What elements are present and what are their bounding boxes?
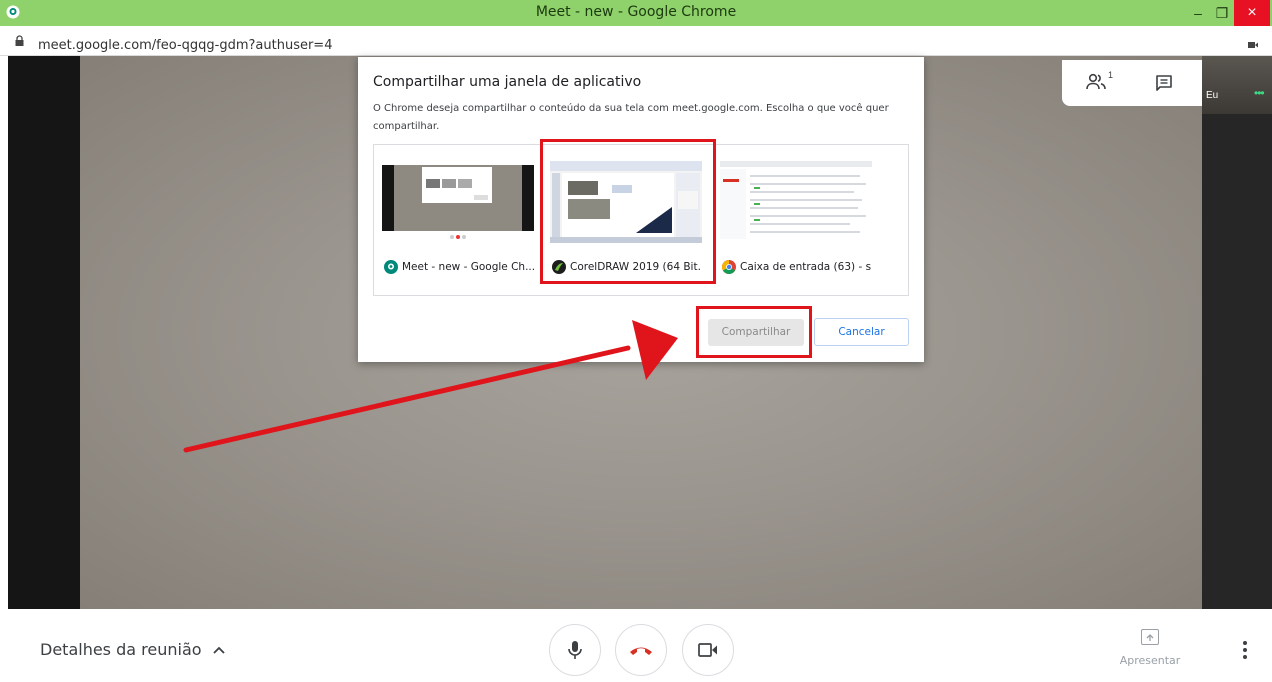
chevron-up-icon (212, 646, 225, 654)
lock-icon (15, 35, 24, 46)
close-button[interactable]: × (1234, 0, 1270, 26)
url-text[interactable]: meet.google.com/feo-qgqg-gdm?authuser=4 (38, 38, 332, 53)
present-label: Apresentar (1119, 654, 1181, 667)
dialog-title: Compartilhar uma janela de aplicativo (373, 74, 642, 90)
maximize-button[interactable]: ❐ (1210, 0, 1234, 26)
source-label-inbox: Caixa de entrada (63) - s... (722, 258, 872, 276)
microphone-button[interactable] (549, 624, 601, 676)
highlight-share-button (696, 306, 812, 358)
self-view-label: Eu (1206, 90, 1219, 101)
meet-top-right-panel: 1 (1062, 60, 1202, 106)
stage-left-letterbox (8, 56, 80, 609)
chat-button[interactable] (1150, 70, 1180, 96)
present-screen-icon (1141, 629, 1159, 645)
hang-up-button[interactable] (615, 624, 667, 676)
source-meet-window[interactable]: Meet - new - Google Ch... (374, 145, 542, 295)
source-title: Meet - new - Google Ch... (402, 261, 534, 273)
source-inbox-window[interactable]: Caixa de entrada (63) - s... (712, 145, 880, 295)
screen: Meet - new - Google Chrome – ❐ × meet.go… (0, 0, 1272, 682)
camera-icon (698, 643, 717, 657)
people-button[interactable]: 1 (1084, 70, 1114, 96)
dialog-description: O Chrome deseja compartilhar o conteúdo … (373, 103, 889, 132)
participant-count: 1 (1108, 70, 1114, 80)
window-title-bar: Meet - new - Google Chrome – ❐ × (0, 0, 1272, 26)
meeting-controls-bar: Detalhes da reunião Apresentar (0, 609, 1272, 682)
meeting-details-label: Detalhes da reunião (40, 640, 202, 659)
stage-left-edge (0, 56, 8, 609)
meet-window-thumbnail (382, 161, 534, 243)
camera-indicator-icon[interactable] (1248, 41, 1258, 49)
self-view-thumbnail (1202, 56, 1272, 114)
source-title: Caixa de entrada (63) - s... (740, 261, 872, 273)
chat-icon (1156, 75, 1172, 91)
cancel-button[interactable]: Cancelar (814, 318, 909, 346)
highlight-selected-source (540, 139, 716, 284)
minimize-button[interactable]: – (1186, 0, 1210, 26)
source-label-meet: Meet - new - Google Ch... (384, 258, 534, 276)
more-options-icon[interactable] (1239, 639, 1251, 661)
self-view-more-icon[interactable]: ••• (1254, 86, 1265, 100)
google-meet-icon (384, 260, 398, 274)
microphone-icon (568, 641, 582, 659)
hang-up-icon (630, 647, 652, 655)
self-view-tile[interactable]: Eu ••• (1202, 56, 1272, 609)
inbox-window-thumbnail (720, 161, 872, 243)
chrome-icon (722, 260, 736, 274)
camera-button[interactable] (682, 624, 734, 676)
window-title: Meet - new - Google Chrome (535, 4, 737, 20)
present-button[interactable]: Apresentar (1118, 629, 1182, 673)
meeting-details-toggle[interactable]: Detalhes da reunião (40, 640, 226, 659)
people-icon (1086, 73, 1106, 90)
address-bar: meet.google.com/feo-qgqg-gdm?authuser=4 (0, 26, 1272, 56)
